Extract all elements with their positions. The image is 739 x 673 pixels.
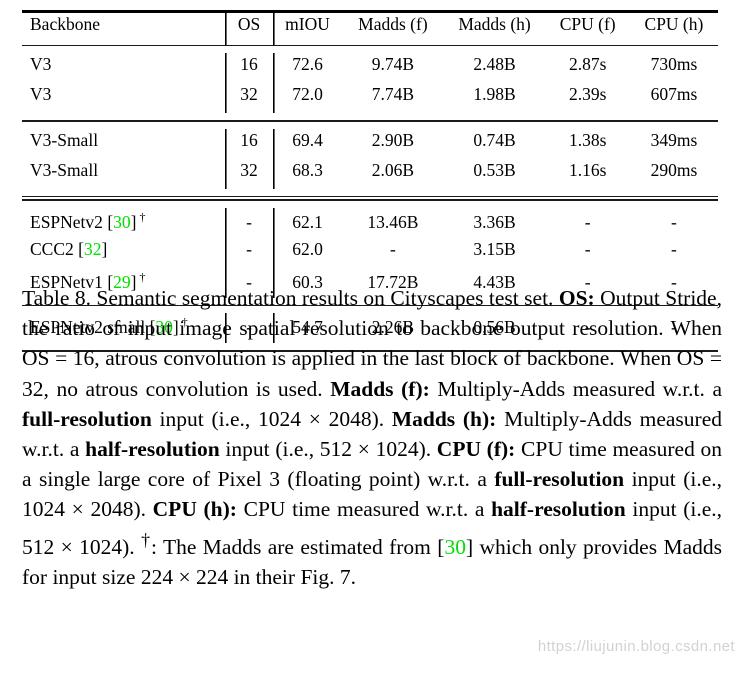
cell-madds-h: 0.74B bbox=[473, 129, 516, 150]
cell-backbone: ESPNetv2 [30] † bbox=[22, 208, 225, 238]
caption-text-4: input (i.e., 1024 × 2048). bbox=[151, 406, 392, 431]
caption-text-9: CPU time measured w.r.t. a bbox=[236, 497, 492, 522]
cell-cpu-f: - bbox=[584, 238, 591, 259]
watermark-text: https://liujunin.blog.csdn.net bbox=[537, 638, 735, 655]
caption-label: Table 8. bbox=[22, 286, 91, 310]
cell-os: - bbox=[225, 238, 272, 268]
citation-number[interactable]: 32 bbox=[84, 239, 102, 259]
row-spacer bbox=[22, 201, 718, 208]
cell-os: 32 bbox=[225, 159, 272, 189]
caption-term-cpu-f: CPU (f): bbox=[436, 437, 516, 462]
cell-backbone: CCC2 [32] bbox=[22, 238, 225, 268]
column-header-madds-h: Madds (h) bbox=[458, 14, 531, 34]
cell-cpu-h: 349ms bbox=[650, 129, 698, 150]
cell-backbone: V3 bbox=[22, 83, 225, 113]
backbone-name: ESPNetv2 bbox=[30, 211, 103, 232]
column-header-cpu-h: CPU (h) bbox=[644, 14, 704, 34]
caption-term-full-resolution-2: full-resolution bbox=[494, 467, 625, 492]
cell-miou: 68.3 bbox=[273, 159, 343, 189]
citation-bracket: [32] bbox=[73, 238, 108, 259]
cell-os: - bbox=[225, 208, 272, 238]
row-spacer bbox=[22, 46, 718, 53]
cell-cpu-f: - bbox=[584, 211, 591, 232]
row-spacer bbox=[22, 122, 718, 129]
table-row: V3 16 72.6 9.74B 2.48B 2.87s 730ms bbox=[22, 53, 718, 83]
caption-term-cpu-h: CPU (h): bbox=[152, 497, 237, 522]
column-header-os: OS bbox=[225, 13, 272, 45]
cell-madds-f: - bbox=[390, 238, 396, 259]
cell-miou: 62.0 bbox=[273, 238, 343, 268]
caption-term-madds-f: Madds (f): bbox=[330, 376, 430, 401]
caption-term-madds-h: Madds (h): bbox=[391, 406, 497, 431]
cell-miou: 72.0 bbox=[273, 83, 343, 113]
cell-os: 32 bbox=[225, 83, 272, 113]
cell-madds-h: 1.98B bbox=[473, 84, 516, 105]
table-header-row: Backbone OS mIOU Madds (f) Madds (h) CPU… bbox=[22, 13, 718, 45]
table-caption: Table 8. Semantic segmentation results o… bbox=[22, 283, 722, 592]
cell-miou: 72.6 bbox=[273, 53, 343, 83]
backbone-name: V3 bbox=[30, 84, 52, 105]
dagger-marker: † bbox=[136, 209, 146, 224]
row-spacer bbox=[22, 189, 718, 196]
cell-backbone: V3 bbox=[22, 53, 225, 83]
cell-madds-f: 2.90B bbox=[371, 129, 415, 150]
cell-os: 16 bbox=[225, 129, 272, 159]
cell-cpu-h: 607ms bbox=[650, 84, 698, 105]
citation-bracket: [30] bbox=[102, 211, 137, 232]
cell-cpu-h: 730ms bbox=[650, 54, 698, 75]
caption-text-3: Multiply-Adds measured w.r.t. a bbox=[429, 376, 723, 401]
caption-text-1: Semantic segmentation results on Citysca… bbox=[90, 286, 559, 310]
group-separator-double-rule bbox=[22, 195, 718, 201]
cell-backbone: V3-Small bbox=[22, 159, 225, 189]
cell-cpu-h: 290ms bbox=[650, 159, 698, 180]
table-row: V3-Small 32 68.3 2.06B 0.53B 1.16s 290ms bbox=[22, 159, 718, 189]
caption-citation-bracket: [30] bbox=[437, 534, 474, 559]
cell-miou: 62.1 bbox=[273, 208, 343, 238]
cell-madds-f: 2.06B bbox=[371, 159, 415, 180]
table-row: V3 32 72.0 7.74B 1.98B 2.39s 607ms bbox=[22, 83, 718, 113]
column-header-cpu-f: CPU (f) bbox=[559, 14, 616, 34]
cell-madds-h: 3.36B bbox=[473, 211, 516, 232]
cell-cpu-f: 1.16s bbox=[568, 159, 607, 180]
cell-madds-h: 3.15B bbox=[473, 238, 516, 259]
cell-backbone: V3-Small bbox=[22, 129, 225, 159]
rule-double bbox=[22, 195, 718, 201]
cell-madds-h: 0.53B bbox=[473, 159, 516, 180]
cell-cpu-f: 1.38s bbox=[568, 129, 607, 150]
cell-cpu-h: - bbox=[671, 238, 677, 259]
column-header-madds-f: Madds (f) bbox=[358, 14, 428, 34]
backbone-name: CCC2 bbox=[30, 238, 74, 259]
caption-text-6: input (i.e., 512 × 1024). bbox=[219, 437, 437, 462]
backbone-name: V3-Small bbox=[30, 129, 99, 150]
caption-term-os: OS: bbox=[558, 286, 595, 310]
cell-cpu-f: 2.87s bbox=[568, 54, 607, 75]
caption-term-half-resolution-1: half-resolution bbox=[85, 437, 220, 462]
table-row: CCC2 [32] - 62.0 - 3.15B - - bbox=[22, 238, 718, 268]
column-header-miou: mIOU bbox=[273, 13, 343, 45]
row-spacer bbox=[22, 113, 718, 120]
table-row: ESPNetv2 [30] † - 62.1 13.46B 3.36B - - bbox=[22, 208, 718, 238]
caption-dagger-marker: † bbox=[141, 529, 152, 550]
backbone-name: V3-Small bbox=[30, 159, 99, 180]
cell-madds-h: 2.48B bbox=[473, 54, 516, 75]
cell-cpu-h: - bbox=[671, 211, 677, 232]
caption-text-11: : The Madds are estimated from bbox=[151, 534, 438, 559]
table-row: V3-Small 16 69.4 2.90B 0.74B 1.38s 349ms bbox=[22, 129, 718, 159]
cell-cpu-f: 2.39s bbox=[568, 84, 607, 105]
citation-number[interactable]: 30 bbox=[113, 212, 131, 232]
cell-os: 16 bbox=[225, 53, 272, 83]
cell-miou: 69.4 bbox=[273, 129, 343, 159]
caption-term-full-resolution-1: full-resolution bbox=[22, 406, 152, 431]
cell-madds-f: 7.74B bbox=[371, 84, 415, 105]
caption-term-half-resolution-2: half-resolution bbox=[491, 497, 626, 522]
paper-figure-page: Backbone OS mIOU Madds (f) Madds (h) CPU… bbox=[0, 0, 739, 673]
backbone-name: V3 bbox=[30, 54, 52, 75]
dagger-marker: † bbox=[136, 269, 146, 284]
column-header-backbone: Backbone bbox=[30, 14, 100, 34]
cell-madds-f: 13.46B bbox=[367, 211, 419, 232]
citation-number[interactable]: 30 bbox=[444, 535, 466, 559]
cell-madds-f: 9.74B bbox=[371, 54, 415, 75]
